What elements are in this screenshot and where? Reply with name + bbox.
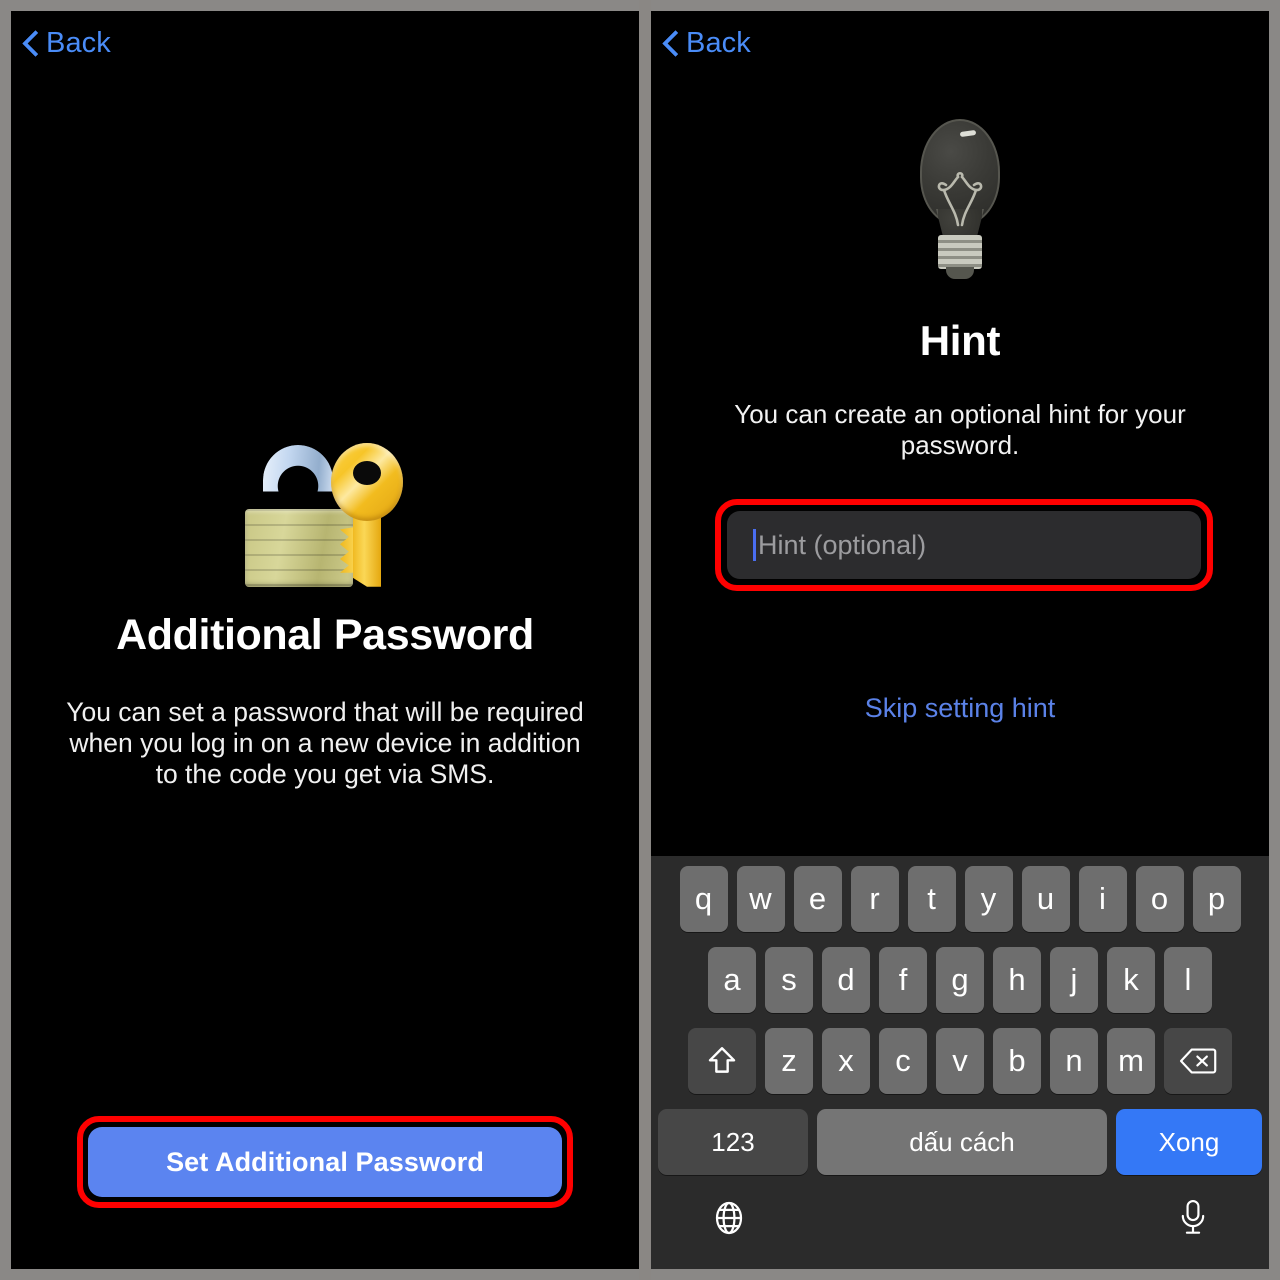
globe-icon[interactable] [711, 1200, 747, 1236]
set-additional-password-highlight: Set Additional Password [77, 1116, 573, 1208]
key-d[interactable]: d [822, 947, 870, 1013]
set-additional-password-button[interactable]: Set Additional Password [88, 1127, 562, 1197]
back-button-label: Back [686, 26, 751, 59]
key-x[interactable]: x [822, 1028, 870, 1094]
skip-setting-hint-link[interactable]: Skip setting hint [651, 693, 1269, 724]
bulb-filament [930, 163, 990, 229]
key-t[interactable]: t [907, 866, 956, 932]
key-o[interactable]: o [1135, 866, 1184, 932]
right-navbar: Back [651, 11, 1269, 75]
key-f[interactable]: f [879, 947, 927, 1013]
hint-input-placeholder: Hint (optional) [758, 529, 927, 560]
key-j[interactable]: j [1050, 947, 1098, 1013]
numbers-key[interactable]: 123 [658, 1109, 808, 1175]
key-v[interactable]: v [936, 1028, 984, 1094]
key-l[interactable]: l [1164, 947, 1212, 1013]
keyboard-row-1: q w e r t y u i o p [651, 866, 1269, 932]
shift-arrow-icon[interactable] [688, 1028, 756, 1094]
bulb-tip [946, 267, 974, 279]
page-description-left: You can set a password that will be requ… [66, 697, 584, 789]
microphone-icon[interactable] [1177, 1199, 1209, 1237]
key-w[interactable]: w [736, 866, 785, 932]
right-phone-screen: Back Hint You can create an optional hin… [651, 11, 1269, 1269]
key-q[interactable]: q [679, 866, 728, 932]
locked-with-key-icon [11, 423, 639, 587]
page-title-left: Additional Password [116, 611, 534, 659]
key-i[interactable]: i [1078, 866, 1127, 932]
key-a[interactable]: a [708, 947, 756, 1013]
bulb-screw-base [938, 235, 982, 269]
key-u[interactable]: u [1021, 866, 1070, 932]
page-title-right: Hint [919, 317, 1001, 364]
key-hole [353, 460, 381, 485]
chevron-left-icon [663, 29, 679, 57]
key-n[interactable]: n [1050, 1028, 1098, 1094]
key-b[interactable]: b [993, 1028, 1041, 1094]
screenshot-root: Back Additional Password You can set a p… [0, 0, 1280, 1280]
text-caret [753, 529, 756, 561]
left-phone-screen: Back Additional Password You can set a p… [11, 11, 639, 1269]
light-bulb-icon [651, 119, 1269, 286]
back-button-right[interactable]: Back [663, 27, 751, 60]
key-h[interactable]: h [993, 947, 1041, 1013]
key-s[interactable]: s [765, 947, 813, 1013]
keyboard-bottom-bar [651, 1185, 1269, 1247]
key-g[interactable]: g [936, 947, 984, 1013]
key-y[interactable]: y [964, 866, 1013, 932]
keyboard-row-4: 123 dấu cách Xong [651, 1109, 1269, 1175]
key-k[interactable]: k [1107, 947, 1155, 1013]
hint-input[interactable]: Hint (optional) [727, 511, 1201, 579]
lock-body [245, 508, 353, 587]
key-m[interactable]: m [1107, 1028, 1155, 1094]
on-screen-keyboard: q w e r t y u i o p a s d f g h j k l z … [651, 856, 1269, 1269]
key-z[interactable]: z [765, 1028, 813, 1094]
key-e[interactable]: e [793, 866, 842, 932]
light-bulb-illustration [908, 119, 1012, 281]
space-key[interactable]: dấu cách [817, 1109, 1107, 1175]
page-description-right: You can create an optional hint for your… [734, 399, 1186, 460]
keyboard-row-3: z x c v b n m [651, 1028, 1269, 1094]
key-shaft [353, 512, 381, 587]
key-r[interactable]: r [850, 866, 899, 932]
hint-input-highlight: Hint (optional) [715, 499, 1213, 591]
done-key[interactable]: Xong [1116, 1109, 1262, 1175]
left-content: Additional Password You can set a passwo… [11, 11, 639, 1269]
key-c[interactable]: c [879, 1028, 927, 1094]
lock-key-illustration [239, 439, 411, 587]
keyboard-row-2: a s d f g h j k l [651, 947, 1269, 1013]
backspace-icon[interactable] [1164, 1028, 1232, 1094]
panel-divider [639, 0, 651, 1280]
key-p[interactable]: p [1192, 866, 1241, 932]
